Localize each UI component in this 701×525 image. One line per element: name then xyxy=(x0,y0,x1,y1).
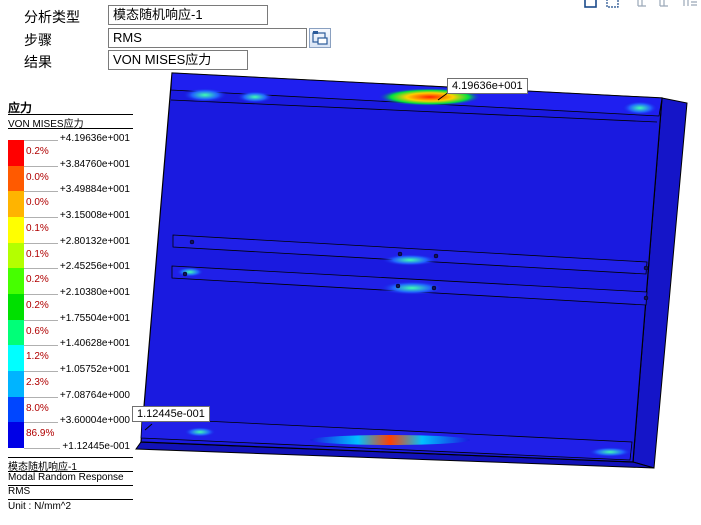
color-scale-tick-value: +3.60004e+000 xyxy=(57,415,130,427)
frame-view-icon[interactable] xyxy=(584,0,598,10)
color-scale-segment xyxy=(8,294,24,321)
color-scale-segment xyxy=(8,217,24,244)
color-scale-segment xyxy=(8,191,24,218)
color-scale-tick-value: +3.49884e+001 xyxy=(57,184,130,196)
color-scale-segment xyxy=(8,396,24,423)
folder-browse-icon xyxy=(312,31,328,45)
dotted-frame-icon[interactable] xyxy=(606,0,620,10)
legend-response-type: Modal Random Response xyxy=(8,472,124,483)
probe-icon[interactable] xyxy=(636,0,648,10)
color-scale-tick-value: +1.40628e+001 xyxy=(57,338,130,350)
color-scale-tick-value: +1.75504e+001 xyxy=(57,312,130,324)
color-scale-percent: 1.2% xyxy=(26,351,49,363)
color-scale-percent: 0.2% xyxy=(26,300,49,311)
color-scale-tick-value: +1.05752e+001 xyxy=(57,364,130,375)
color-scale-segment xyxy=(8,242,24,269)
color-scale-percent: 0.2% xyxy=(26,146,49,157)
color-scale-percent: 0.1% xyxy=(26,223,49,234)
color-scale-tick-value: +2.80132e+001 xyxy=(57,235,130,247)
color-scale-bar xyxy=(8,140,24,449)
color-scale-tick-value: +3.15008e+001 xyxy=(57,210,130,221)
color-scale-segment xyxy=(8,422,24,449)
color-scale-percent: 0.6% xyxy=(26,325,49,337)
stress-contour-model xyxy=(135,72,688,469)
legend-unit: Unit : N/mm^2 xyxy=(8,501,72,512)
color-scale-segment xyxy=(8,165,24,192)
model-viewport[interactable] xyxy=(135,60,701,522)
color-scale-segment xyxy=(8,319,24,346)
color-scale-segment xyxy=(8,371,24,398)
color-scale-tick-value: +7.08764e+000 xyxy=(57,389,130,401)
color-scale-tick-value: +4.19636e+001 xyxy=(57,133,130,144)
legend-divider xyxy=(8,499,133,500)
probe-grey-icon[interactable] xyxy=(658,0,670,10)
color-scale-tick-value: +1.12445e-001 xyxy=(60,441,130,452)
color-scale-percent: 0.2% xyxy=(26,274,49,286)
legend-divider xyxy=(8,128,133,129)
step-label: 步骤 xyxy=(24,33,52,49)
color-scale-percent: 0.0% xyxy=(26,197,49,209)
color-scale-tick-value: +2.10380e+001 xyxy=(57,287,130,298)
max-value-callout: 4.19636e+001 xyxy=(447,78,528,94)
color-scale-percent: 0.0% xyxy=(26,171,49,183)
color-scale-tick-value: +3.84760e+001 xyxy=(57,158,130,170)
min-value-callout: 1.12445e-001 xyxy=(132,406,210,422)
analysis-type-field[interactable]: 模态随机响应-1 xyxy=(108,5,268,25)
color-scale-segment xyxy=(8,268,24,295)
legend-step: RMS xyxy=(8,486,31,497)
bottom-stress-band xyxy=(310,435,470,445)
step-browse-button[interactable] xyxy=(309,28,331,48)
probe-list-icon[interactable] xyxy=(682,0,698,10)
color-scale-percent: 86.9% xyxy=(26,428,55,440)
color-scale-segment xyxy=(8,345,24,372)
color-scale-percent: 2.3% xyxy=(26,377,49,388)
color-scale-tick-value: +2.45256e+001 xyxy=(57,261,130,273)
result-label: 结果 xyxy=(24,55,52,71)
color-scale-percent: 0.1% xyxy=(26,248,49,260)
color-scale-percent: 8.0% xyxy=(26,402,49,414)
step-field[interactable]: RMS xyxy=(108,28,307,48)
analysis-type-label: 分析类型 xyxy=(24,10,80,26)
color-scale-segment xyxy=(8,140,24,167)
